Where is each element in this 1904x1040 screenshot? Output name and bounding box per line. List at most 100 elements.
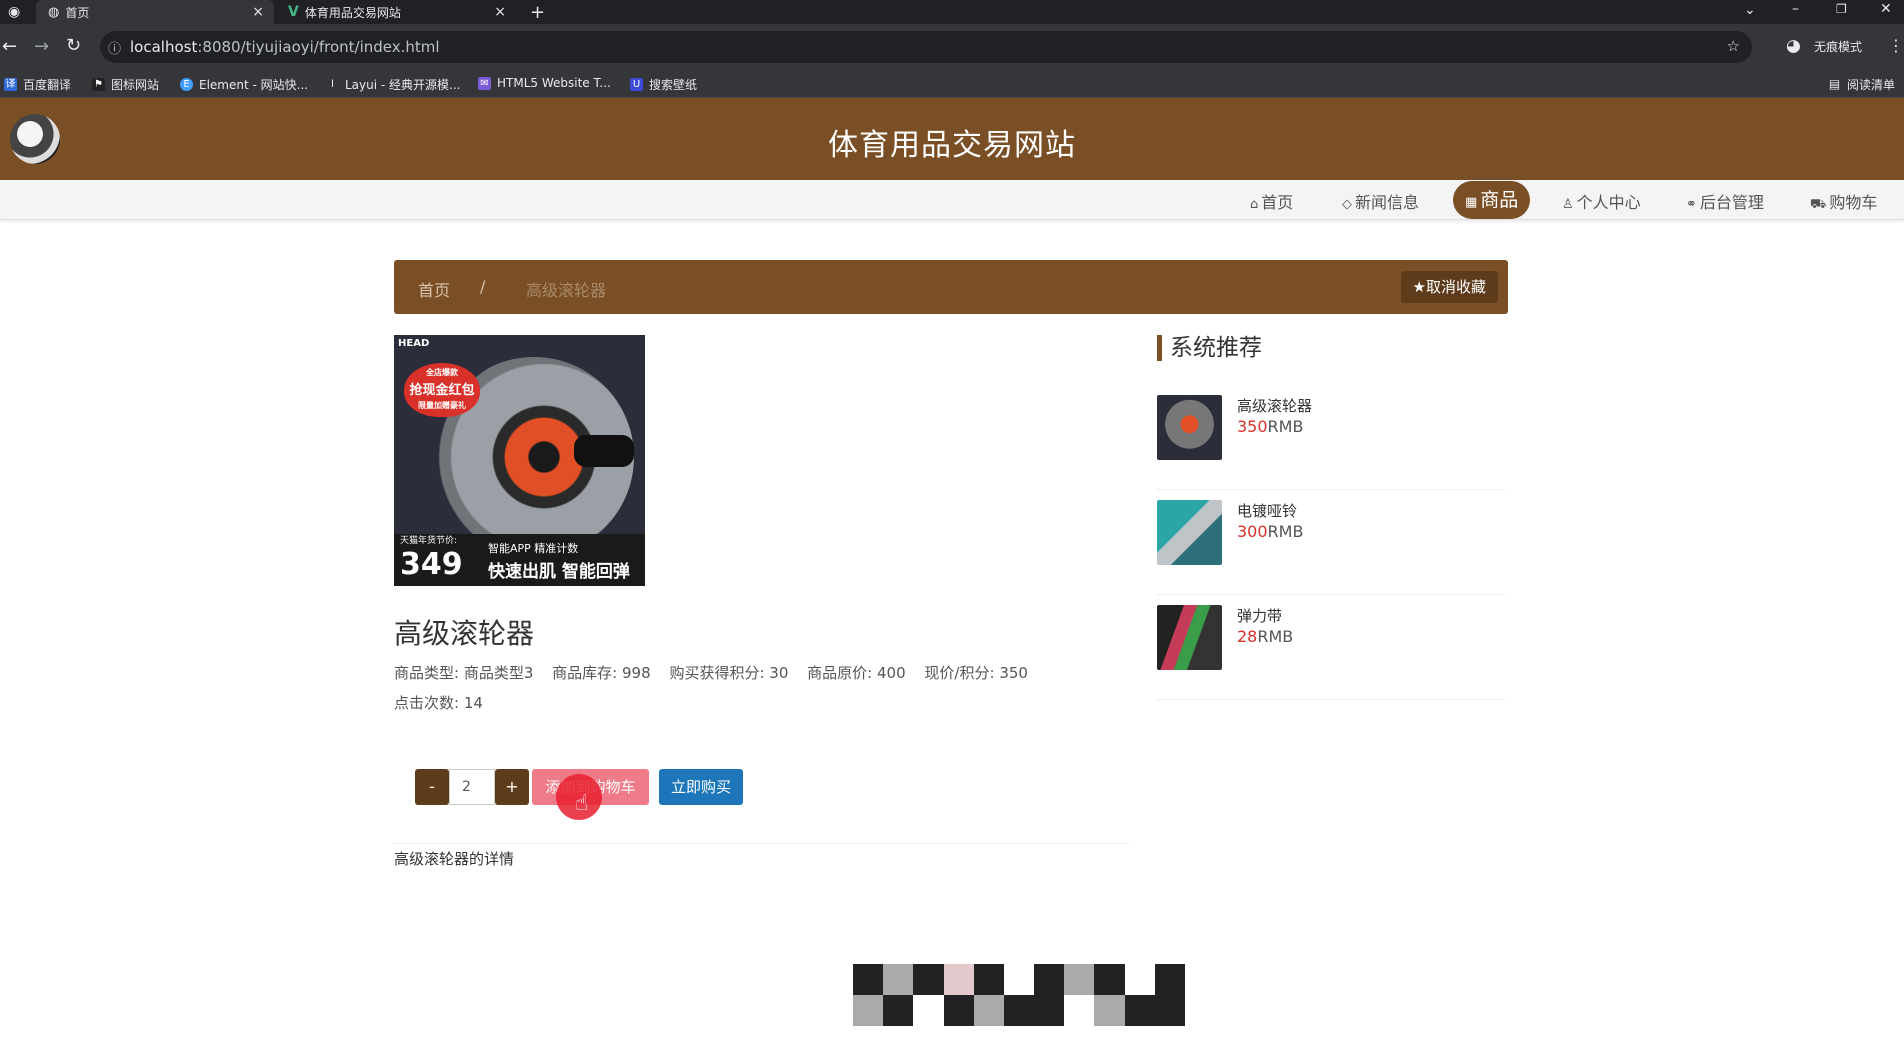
product-detail: 高级滚轮器的详情 xyxy=(394,850,515,868)
bookmark-baidu-translate[interactable]: 译百度翻译 xyxy=(4,76,71,93)
price-unit: RMB xyxy=(1267,417,1304,436)
bookmark-layui[interactable]: l Layui - 经典开源模... xyxy=(326,76,460,93)
breadcrumb-home[interactable]: 首页 xyxy=(418,277,450,301)
quantity-stepper: - + xyxy=(415,769,529,805)
recommend-item[interactable]: 电镀哑铃 300RMB xyxy=(1157,490,1505,595)
bookmark-label: HTML5 Website T... xyxy=(497,76,611,90)
buy-now-button[interactable]: 立即购买 xyxy=(659,769,743,805)
recommend-thumbnail[interactable] xyxy=(1157,605,1222,670)
back-icon[interactable]: ← xyxy=(2,36,17,57)
url-field[interactable]: ⓘ localhost:8080/tiyujiaoyi/front/index.… xyxy=(100,31,1752,63)
incognito-icon[interactable]: ◕ xyxy=(1786,36,1801,56)
quantity-increase-button[interactable]: + xyxy=(495,769,529,805)
recommend-price: 28RMB xyxy=(1237,627,1293,646)
attr-current-price: 现价/积分: 350 xyxy=(924,658,1028,688)
bookmark-label: Element - 网站快... xyxy=(199,78,309,92)
recommend-item[interactable]: 高级滚轮器 350RMB xyxy=(1157,385,1505,490)
bookmark-html5[interactable]: ✉ HTML5 Website T... xyxy=(478,76,611,90)
reading-list[interactable]: ▤ 阅读清单 xyxy=(1828,76,1895,93)
attr-label: 商品库存: xyxy=(552,664,618,682)
html5-icon: ✉ xyxy=(478,76,491,90)
attr-label: 购买获得积分: xyxy=(669,664,765,682)
nav-label: 后台管理 xyxy=(1699,193,1764,212)
wheel-handle-graphic xyxy=(574,435,634,467)
hand-cursor-icon: ☝ xyxy=(575,791,589,816)
browser-tab-home[interactable]: ◍ 首页 × xyxy=(36,0,274,24)
close-icon[interactable]: × xyxy=(494,4,506,20)
recommend-price: 300RMB xyxy=(1237,522,1303,541)
browser-tab-site[interactable]: V 体育用品交易网站 × xyxy=(278,0,516,24)
image-feature: 智能APP 精准计数 xyxy=(488,542,579,555)
forward-icon[interactable]: → xyxy=(34,36,49,57)
star-icon[interactable]: ☆ xyxy=(1727,37,1740,55)
bookmark-element[interactable]: E Element - 网站快... xyxy=(180,76,308,93)
restore-icon[interactable]: ❐ xyxy=(1836,2,1847,16)
attr-label: 现价/积分: xyxy=(924,664,995,682)
attr-value: 商品类型3 xyxy=(463,664,534,682)
image-brand: HEAD xyxy=(398,338,430,349)
attr-label: 商品原价: xyxy=(807,664,873,682)
attr-points: 购买获得积分: 30 xyxy=(669,658,788,688)
product-attributes: 商品类型: 商品类型3 商品库存: 998 购买获得积分: 30 商品原价: 4… xyxy=(394,658,1134,718)
recommend-thumbnail[interactable] xyxy=(1157,395,1222,460)
bookmark-wallpaper[interactable]: U 搜索壁纸 xyxy=(630,76,697,93)
product-image: HEAD 全店爆款 抢现金红包 限量加赠豪礼 天猫年货节价: 349 智能APP… xyxy=(394,335,645,586)
menu-icon[interactable]: ⋮ xyxy=(1888,36,1904,55)
bookmark-label: 搜索壁纸 xyxy=(649,78,698,92)
attr-clicks: 点击次数: 14 xyxy=(394,688,483,718)
close-icon[interactable]: × xyxy=(252,4,264,20)
product-title: 高级滚轮器 xyxy=(394,617,535,650)
nav-home[interactable]: ⌂ 首页 xyxy=(1250,189,1293,213)
unfavorite-label: 取消收藏 xyxy=(1425,278,1486,296)
attr-original-price: 商品原价: 400 xyxy=(807,658,905,688)
unfavorite-button[interactable]: ★取消收藏 xyxy=(1400,271,1498,303)
new-tab-icon[interactable]: + xyxy=(530,2,545,23)
nav-admin[interactable]: ⚭ 后台管理 xyxy=(1686,189,1764,213)
nav-label: 新闻信息 xyxy=(1355,193,1420,212)
breadcrumb-separator: / xyxy=(480,277,486,296)
vue-icon: V xyxy=(288,4,299,20)
tab-search-icon[interactable]: ⌄ xyxy=(1744,2,1756,18)
breadcrumb-current: 高级滚轮器 xyxy=(526,281,607,300)
main-nav: ⌂ 首页 ◇ 新闻信息 ▦ 商品 ♙ 个人中心 ⚭ 后台管理 ⛟ 购物车 xyxy=(0,180,1904,220)
profile-label[interactable]: 无痕模式 xyxy=(1814,38,1862,55)
badge-sub: 限量加赠豪礼 xyxy=(418,401,466,410)
url-path: :8080/tiyujiaoyi/front/index.html xyxy=(197,38,440,56)
nav-news[interactable]: ◇ 新闻信息 xyxy=(1342,189,1419,213)
layui-icon: l xyxy=(326,78,339,91)
recommend-name[interactable]: 弹力带 xyxy=(1237,605,1282,626)
quantity-decrease-button[interactable]: - xyxy=(415,769,449,805)
price-unit: RMB xyxy=(1257,627,1294,646)
reload-icon[interactable]: ↻ xyxy=(66,35,81,56)
bookmark-icon-site[interactable]: ⚑ 图标网站 xyxy=(92,76,159,93)
image-promo-badge: 全店爆款 抢现金红包 限量加赠豪礼 xyxy=(404,363,480,417)
nav-label: 首页 xyxy=(1261,193,1294,212)
recommend-name[interactable]: 高级滚轮器 xyxy=(1237,395,1312,416)
detail-divider xyxy=(394,843,1130,844)
chrome-logo-icon: ◉ xyxy=(8,4,21,20)
minimize-icon[interactable]: – xyxy=(1792,1,1799,17)
nav-cart[interactable]: ⛟ 购物车 xyxy=(1810,189,1877,214)
quantity-input[interactable] xyxy=(449,769,495,805)
nav-products[interactable]: ▦ 商品 xyxy=(1453,181,1531,219)
recommend-name[interactable]: 电镀哑铃 xyxy=(1237,500,1297,521)
recommend-thumbnail[interactable] xyxy=(1157,500,1222,565)
attr-value: 30 xyxy=(769,664,789,682)
nav-label: 个人中心 xyxy=(1576,193,1641,212)
info-icon[interactable]: ⓘ xyxy=(108,38,121,57)
recommend-title: 系统推荐 xyxy=(1157,335,1262,361)
translate-icon: 译 xyxy=(4,78,17,91)
recommend-price: 350RMB xyxy=(1237,417,1303,436)
attr-label: 商品类型: xyxy=(394,664,460,682)
image-price: 349 xyxy=(400,547,463,582)
badge-top: 全店爆款 xyxy=(426,368,458,377)
url-host: localhost xyxy=(130,38,198,56)
nav-profile[interactable]: ♙ 个人中心 xyxy=(1562,189,1641,213)
recommend-item[interactable]: 弹力带 28RMB xyxy=(1157,595,1505,700)
attr-value: 400 xyxy=(877,664,906,682)
user-icon: ♙ xyxy=(1562,197,1574,212)
footer-pixelated-logo xyxy=(853,964,1185,1026)
price-value: 28 xyxy=(1237,627,1258,646)
window-close-icon[interactable]: ✕ xyxy=(1880,1,1892,17)
attr-type: 商品类型: 商品类型3 xyxy=(394,658,533,688)
